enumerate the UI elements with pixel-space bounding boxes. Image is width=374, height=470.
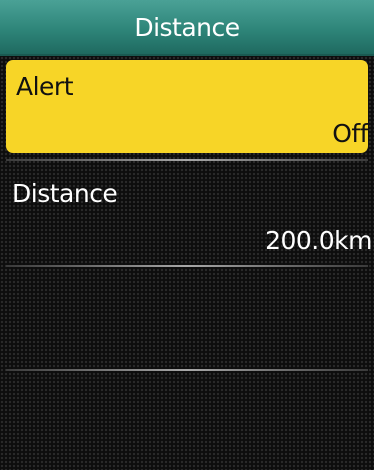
empty-list-slot xyxy=(0,372,374,470)
divider xyxy=(6,159,368,161)
menu-item-label: Distance xyxy=(12,179,118,208)
menu-item-label: Alert xyxy=(16,72,74,101)
empty-list-slot xyxy=(0,268,374,368)
divider xyxy=(6,369,368,371)
divider xyxy=(6,265,368,267)
title-bar: Distance xyxy=(0,0,374,56)
device-screen: Distance Alert Off Distance 200.0km xyxy=(0,0,374,470)
menu-item-value: Off xyxy=(332,119,368,148)
page-title: Distance xyxy=(134,13,240,42)
menu-item-value: 200.0km xyxy=(265,226,372,255)
menu-item-alert[interactable]: Alert Off xyxy=(6,60,368,153)
menu-item-distance[interactable]: Distance 200.0km xyxy=(0,163,374,263)
